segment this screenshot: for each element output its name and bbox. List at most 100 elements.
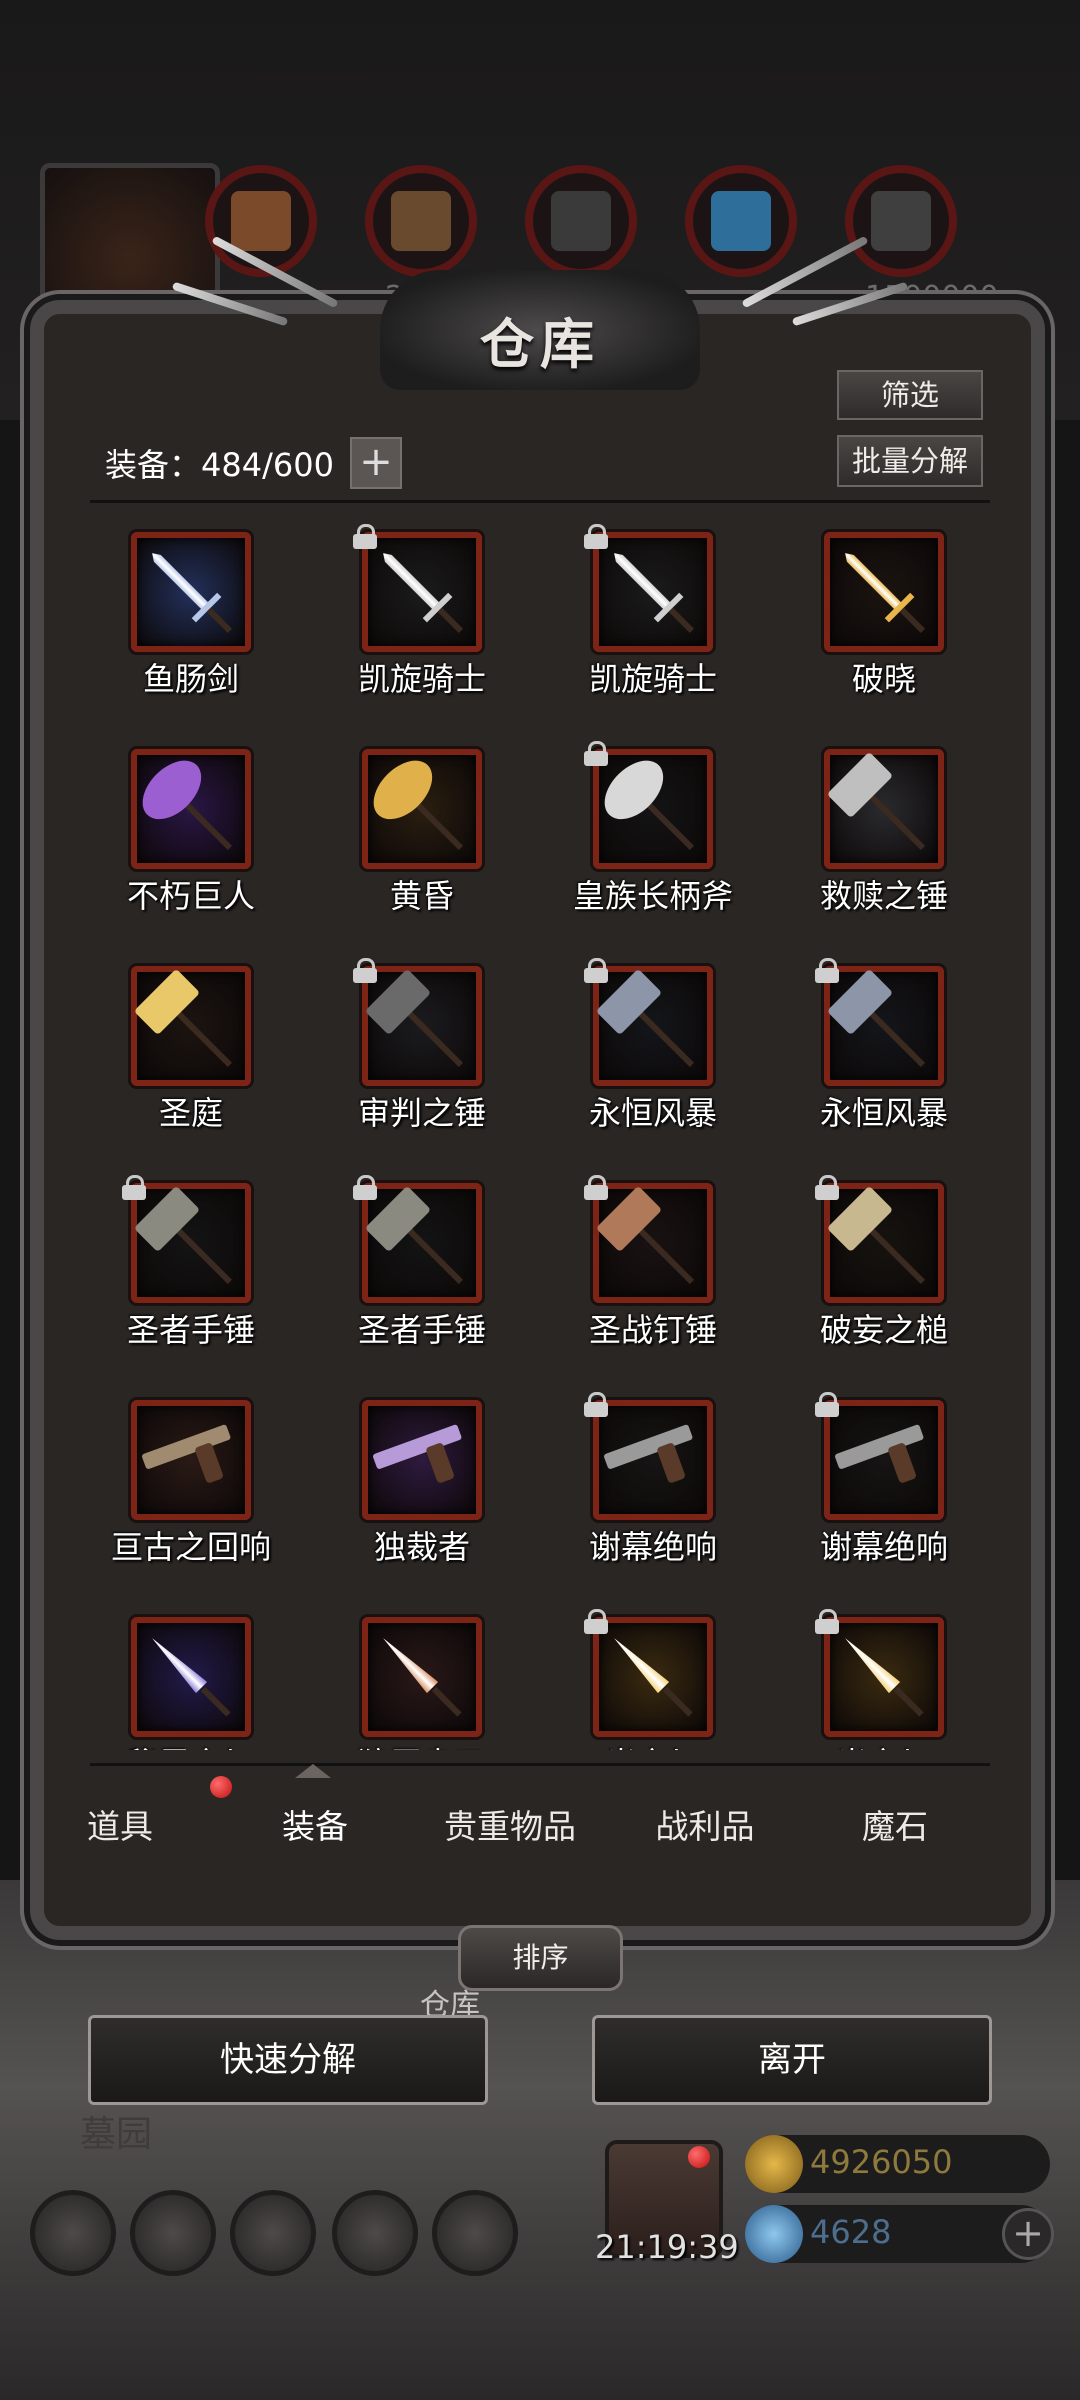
settings-gear-icon[interactable]	[30, 2190, 116, 2276]
equipment-item[interactable]: 狼牙尖刃	[306, 1605, 538, 1750]
axe-icon	[127, 745, 254, 872]
equipment-item[interactable]: 不朽巨人	[75, 737, 307, 952]
lock-icon	[352, 958, 378, 983]
item-name: 谢幕绝响	[819, 1528, 948, 1566]
gold-coin-icon	[745, 2135, 803, 2193]
equipment-item[interactable]: 破妄之槌	[768, 1171, 1000, 1386]
lock-body	[122, 1185, 146, 1200]
tab-3[interactable]: 战利品	[615, 1800, 795, 1848]
item-frame	[593, 1617, 713, 1737]
lock-body	[353, 968, 377, 983]
blue-crystal-icon	[685, 165, 797, 277]
item-name: 圣庭	[158, 1094, 223, 1132]
item-name: 鱼肠剑	[142, 660, 239, 698]
golden-dagger-icon	[839, 1632, 930, 1723]
equipment-count-value: 484/600	[201, 446, 334, 484]
equipment-item[interactable]: 秘灵之匕	[75, 1605, 307, 1750]
quest-icon[interactable]	[230, 2190, 316, 2276]
item-name: 亘古之回响	[110, 1528, 271, 1566]
item-name: 圣者手锤	[126, 1311, 255, 1349]
item-frame	[593, 966, 713, 1086]
item-name: 救赎之锤	[819, 877, 948, 915]
lock-icon	[583, 1175, 609, 1200]
lock-body	[353, 1185, 377, 1200]
equipment-item[interactable]: 凯旋骑士	[306, 520, 538, 735]
tab-2[interactable]: 贵重物品	[420, 1800, 600, 1848]
golden-hammer-icon	[131, 966, 251, 1086]
equipment-item[interactable]: 圣战钉锤	[537, 1171, 769, 1386]
achievement-star-icon[interactable]	[130, 2190, 216, 2276]
lock-icon	[814, 1609, 840, 1634]
equipment-item[interactable]: 永恒风暴	[537, 954, 769, 1169]
equipment-item[interactable]: 独裁者	[306, 1388, 538, 1603]
mace-icon	[362, 1183, 482, 1303]
revolver-icon	[831, 1416, 936, 1503]
tab-4[interactable]: 魔石	[805, 1800, 985, 1848]
lock-icon	[583, 958, 609, 983]
item-frame	[362, 749, 482, 869]
equipment-item[interactable]: 黄昏	[306, 737, 538, 952]
equipment-item[interactable]: 谢幕绝响	[537, 1388, 769, 1603]
expand-capacity-button[interactable]: +	[350, 437, 402, 489]
equipment-item[interactable]: 审判之锤	[306, 954, 538, 1169]
leave-button[interactable]: 离开	[592, 2015, 992, 2105]
item-frame	[593, 1400, 713, 1520]
lock-body	[815, 1619, 839, 1634]
item-name: 凯旋骑士	[588, 660, 717, 698]
top-divider	[90, 500, 990, 503]
hammer-icon	[824, 966, 944, 1086]
resource-inner	[391, 191, 451, 251]
quick-decompose-button[interactable]: 快速分解	[88, 2015, 488, 2105]
category-tabs: 道具 装备 贵重物品 战利品 魔石	[60, 1764, 1020, 1890]
equipment-item[interactable]: 鱼肠剑	[75, 520, 307, 735]
pistol-icon	[369, 1416, 474, 1503]
item-name: 谢幕绝响	[588, 1528, 717, 1566]
event-icon[interactable]	[432, 2190, 518, 2276]
equipment-item[interactable]: 圣者手锤	[75, 1171, 307, 1386]
hero-portrait[interactable]	[40, 163, 220, 323]
item-frame	[131, 966, 251, 1086]
panel-title: 仓库	[480, 312, 600, 376]
equipment-item[interactable]: 圣者手锤	[306, 1171, 538, 1386]
equipment-item[interactable]: 凯旋骑士	[537, 520, 769, 735]
item-frame	[131, 1400, 251, 1520]
item-frame	[362, 1617, 482, 1737]
equipment-item[interactable]: 光之匕	[768, 1605, 1000, 1750]
equipment-item[interactable]: 皇族长柄斧	[537, 737, 769, 952]
hammer-icon	[362, 966, 482, 1086]
item-frame	[593, 749, 713, 869]
equipment-item[interactable]: 亘古之回响	[75, 1388, 307, 1603]
mail-icon[interactable]	[332, 2190, 418, 2276]
equipment-item[interactable]: 圣庭	[75, 954, 307, 1169]
revolver-icon	[600, 1416, 705, 1503]
item-frame	[824, 966, 944, 1086]
active-tab-indicator	[295, 1764, 331, 1778]
item-frame	[593, 532, 713, 652]
greatsword-icon	[377, 547, 466, 636]
equipment-item[interactable]: 光之匕	[537, 1605, 769, 1750]
item-frame	[362, 532, 482, 652]
gift-timer: 21:19:39	[595, 2228, 739, 2266]
dagger-icon	[377, 1632, 468, 1723]
item-name: 秘灵之匕	[75, 1739, 307, 1750]
item-name: 破妄之槌	[819, 1311, 948, 1349]
equipment-item[interactable]: 永恒风暴	[768, 954, 1000, 1169]
tab-badge	[210, 1776, 232, 1798]
item-frame	[362, 1183, 482, 1303]
sort-button[interactable]: 排序	[458, 1925, 623, 1991]
lock-body	[353, 534, 377, 549]
lock-body	[815, 1402, 839, 1417]
equipment-item[interactable]: 谢幕绝响	[768, 1388, 1000, 1603]
item-frame	[824, 532, 944, 652]
item-name: 圣战钉锤	[588, 1311, 717, 1349]
equipment-item[interactable]: 救赎之锤	[768, 737, 1000, 952]
add-gem-button[interactable]: +	[1002, 2208, 1054, 2260]
item-name: 破晓	[851, 660, 916, 698]
tab-1[interactable]: 装备	[225, 1800, 405, 1848]
filter-button[interactable]: 筛选	[837, 370, 983, 420]
resource-inner	[711, 191, 771, 251]
batch-decompose-button[interactable]: 批量分解	[837, 435, 983, 487]
tab-0[interactable]: 道具	[30, 1800, 210, 1848]
equipment-item[interactable]: 破晓	[768, 520, 1000, 735]
bottom-divider	[90, 1763, 990, 1766]
